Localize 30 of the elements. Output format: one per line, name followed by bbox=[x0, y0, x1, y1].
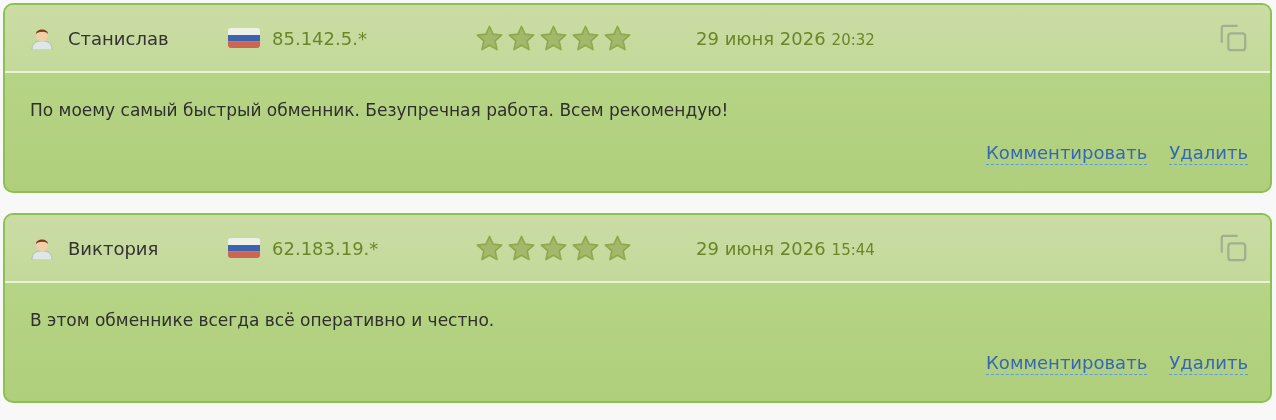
star-icon bbox=[572, 234, 599, 262]
copy-icon[interactable] bbox=[1218, 233, 1248, 263]
star-icon bbox=[508, 24, 535, 52]
star-icon bbox=[508, 234, 535, 262]
ip-address: 85.142.5.* bbox=[272, 27, 368, 49]
copy-icon[interactable] bbox=[1218, 23, 1248, 53]
star-icon bbox=[476, 24, 503, 52]
action-link[interactable]: Удалить bbox=[1169, 352, 1248, 375]
user-avatar-icon bbox=[30, 26, 54, 50]
action-link[interactable]: Комментировать bbox=[986, 352, 1148, 375]
review-date: 29 июня 2026 bbox=[696, 237, 826, 259]
review-text: По моему самый быстрый обменник. Безупречная работа. Всем рекомендую! bbox=[30, 100, 730, 120]
ip-address: 62.183.19.* bbox=[272, 237, 380, 259]
star-icon bbox=[476, 234, 503, 262]
action-link[interactable]: Комментировать bbox=[986, 142, 1148, 165]
flag-icon bbox=[228, 238, 260, 258]
review-time: 20:32 bbox=[831, 30, 875, 49]
author-name: Виктория bbox=[68, 237, 160, 259]
review-text: В этом обменнике всегда всё оперативно и честно. bbox=[30, 310, 496, 330]
user-avatar-icon bbox=[30, 236, 54, 260]
review-time: 15:44 bbox=[831, 240, 875, 259]
star-icon bbox=[572, 24, 599, 52]
flag-icon bbox=[228, 28, 260, 48]
action-link[interactable]: Удалить bbox=[1169, 142, 1248, 165]
review-date: 29 июня 2026 bbox=[696, 27, 826, 49]
star-icon bbox=[604, 234, 631, 262]
star-icon bbox=[540, 24, 567, 52]
star-icon bbox=[604, 24, 631, 52]
author-name: Станислав bbox=[68, 27, 170, 49]
star-icon bbox=[540, 234, 567, 262]
